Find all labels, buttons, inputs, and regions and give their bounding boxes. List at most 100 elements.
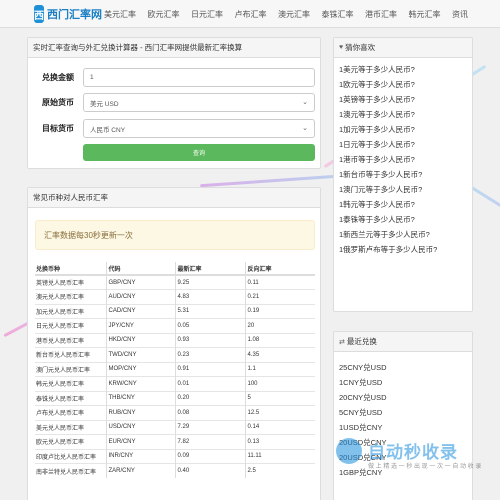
watermark-subtitle: 做 上 精 选 一 秒 出 现 一 次 一 自 动 收 录 bbox=[368, 464, 482, 470]
exchange-icon: ⇄ bbox=[339, 338, 345, 346]
column-header: 最新汇率 bbox=[175, 262, 246, 276]
table-cell: 0.91 bbox=[175, 361, 246, 377]
table-cell: 5.31 bbox=[175, 303, 246, 319]
nav-link[interactable]: 美元汇率 bbox=[104, 9, 136, 20]
rates-table: 兑换币种 代码 最新汇率 反向汇率 英镑兑人民币汇率 GBP/CNY 9.25 0.11 澳元… bbox=[35, 262, 315, 478]
table-cell: 0.20 bbox=[175, 390, 246, 406]
list-item[interactable]: 1俄罗斯卢布等于多少人民币? bbox=[339, 242, 472, 257]
table-cell: 11.11 bbox=[245, 448, 315, 464]
list-item[interactable]: 25CNY兑USD bbox=[339, 360, 472, 375]
nav-link[interactable]: 韩元汇率 bbox=[409, 9, 441, 20]
list-item[interactable]: 5CNY兑USD bbox=[339, 405, 472, 420]
table-cell: 南非兰特兑人民币汇率 bbox=[35, 463, 107, 478]
table-row: 欧元兑人民币汇率 EUR/CNY 7.82 0.13 bbox=[35, 434, 315, 449]
table-cell: JPY/CNY bbox=[106, 318, 176, 333]
table-cell: KRW/CNY bbox=[106, 376, 176, 391]
table-cell: 日元兑人民币汇率 bbox=[35, 318, 107, 333]
list-item[interactable]: 1日元等于多少人民币? bbox=[339, 137, 472, 152]
list-item[interactable]: 1美元等于多少人民币? bbox=[339, 62, 472, 77]
calculator-panel: 实时汇率查询与外汇兑换计算器 - 西门汇率网提供最新汇率换算 兑换金额 1 原始… bbox=[27, 37, 321, 169]
list-item[interactable]: 1新西兰元等于多少人民币? bbox=[339, 227, 472, 242]
table-cell: 澳元兑人民币汇率 bbox=[35, 289, 107, 304]
list-item[interactable]: 1港币等于多少人民币? bbox=[339, 152, 472, 167]
guess-title: 猜你喜欢 bbox=[345, 43, 376, 52]
source-currency-select[interactable]: 美元 USD ⌄ bbox=[83, 93, 315, 112]
table-row: 加元兑人民币汇率 CAD/CNY 5.31 0.19 bbox=[35, 303, 315, 319]
table-cell: CAD/CNY bbox=[106, 303, 176, 319]
list-item[interactable]: 1韩元等于多少人民币? bbox=[339, 197, 472, 212]
rates-panel: 常见币种对人民币汇率 汇率数据每30秒更新一次 兑换币种 代码 最新汇率 反向汇率 英… bbox=[27, 187, 321, 500]
target-currency-label: 目标货币 bbox=[42, 124, 74, 133]
table-row: 日元兑人民币汇率 JPY/CNY 0.05 20 bbox=[35, 318, 315, 333]
table-cell: 韩元兑人民币汇率 bbox=[35, 376, 107, 391]
table-cell: INR/CNY bbox=[106, 448, 176, 464]
table-cell: 新台币兑人民币汇率 bbox=[35, 347, 107, 362]
nav-link[interactable]: 资讯 bbox=[452, 9, 468, 20]
logo-text: 西门汇率网 bbox=[47, 8, 102, 21]
amount-input[interactable]: 1 bbox=[83, 68, 315, 87]
table-cell: 卢布兑人民币汇率 bbox=[35, 405, 107, 420]
table-cell: 7.29 bbox=[175, 419, 246, 435]
table-cell: 0.01 bbox=[175, 376, 246, 391]
table-cell: 0.09 bbox=[175, 448, 246, 464]
logo-badge-icon: 西 bbox=[34, 5, 44, 23]
table-cell: 0.40 bbox=[175, 463, 246, 478]
nav-link[interactable]: 澳元汇率 bbox=[278, 9, 310, 20]
table-cell: EUR/CNY bbox=[106, 434, 176, 449]
nav-link[interactable]: 港币汇率 bbox=[365, 9, 397, 20]
table-cell: 英镑兑人民币汇率 bbox=[35, 274, 107, 290]
list-item[interactable]: 1新台币等于多少人民币? bbox=[339, 167, 472, 182]
table-cell: 0.21 bbox=[245, 289, 315, 304]
site-logo[interactable]: 西 西门汇率网 bbox=[34, 3, 102, 25]
nav-link[interactable]: 日元汇率 bbox=[191, 9, 223, 20]
table-row: 南非兰特兑人民币汇率 ZAR/CNY 0.40 2.5 bbox=[35, 463, 315, 478]
target-currency-select[interactable]: 人民币 CNY ⌄ bbox=[83, 119, 315, 138]
heart-icon: ♥ bbox=[339, 44, 344, 51]
table-cell: AUD/CNY bbox=[106, 289, 176, 304]
nav-links: 美元汇率 欧元汇率 日元汇率 卢布汇率 澳元汇率 泰铢汇率 港币汇率 韩元汇率 资讯 bbox=[104, 0, 480, 28]
list-item[interactable]: 1加元等于多少人民币? bbox=[339, 122, 472, 137]
guess-panel: ♥ 猜你喜欢 1美元等于多少人民币? 1欧元等于多少人民币? 1英镑等于多少人民币?… bbox=[333, 37, 473, 312]
list-item[interactable]: 1英镑等于多少人民币? bbox=[339, 92, 472, 107]
table-cell: 4.83 bbox=[175, 289, 246, 304]
list-item[interactable]: 1USD兑CNY bbox=[339, 420, 472, 435]
chevron-down-icon: ⌄ bbox=[302, 99, 308, 106]
table-row: 澳元兑人民币汇率 AUD/CNY 4.83 0.21 bbox=[35, 289, 315, 304]
nav-link[interactable]: 卢布汇率 bbox=[235, 9, 267, 20]
table-cell: 0.08 bbox=[175, 405, 246, 420]
list-item[interactable]: 20CNY兑USD bbox=[339, 390, 472, 405]
table-cell: 欧元兑人民币汇率 bbox=[35, 434, 107, 449]
nav-link[interactable]: 欧元汇率 bbox=[148, 9, 180, 20]
calculator-title: 实时汇率查询与外汇兑换计算器 - 西门汇率网提供最新汇率换算 bbox=[28, 38, 320, 58]
table-cell: 0.11 bbox=[245, 274, 315, 290]
list-item[interactable]: 1欧元等于多少人民币? bbox=[339, 77, 472, 92]
table-row: 卢布兑人民币汇率 RUB/CNY 0.08 12.5 bbox=[35, 405, 315, 420]
list-item[interactable]: 1澳门元等于多少人民币? bbox=[339, 182, 472, 197]
guess-title-bar: ♥ 猜你喜欢 bbox=[334, 38, 472, 58]
amount-row: 兑换金额 1 bbox=[28, 68, 322, 88]
guess-list: 1美元等于多少人民币? 1欧元等于多少人民币? 1英镑等于多少人民币? 1澳元等于多少… bbox=[334, 58, 472, 257]
table-cell: ZAR/CNY bbox=[106, 463, 176, 478]
table-cell: 1.08 bbox=[245, 332, 315, 348]
target-currency-value: 人民币 CNY bbox=[90, 126, 126, 134]
table-cell: GBP/CNY bbox=[106, 274, 176, 290]
column-header: 兑换币种 bbox=[35, 262, 107, 276]
amount-value: 1 bbox=[90, 74, 94, 81]
table-row: 泰铢兑人民币汇率 THB/CNY 0.20 5 bbox=[35, 390, 315, 406]
recent-title-bar: ⇄ 最近兑换 bbox=[334, 332, 472, 352]
table-row: 港币兑人民币汇率 HKD/CNY 0.93 1.08 bbox=[35, 332, 315, 348]
source-currency-label: 原始货币 bbox=[42, 98, 74, 107]
table-cell: USD/CNY bbox=[106, 419, 176, 435]
table-cell: 美元兑人民币汇率 bbox=[35, 419, 107, 435]
list-item[interactable]: 1CNY兑USD bbox=[339, 375, 472, 390]
query-button[interactable]: 查询 bbox=[83, 144, 315, 161]
list-item[interactable]: 1泰铢等于多少人民币? bbox=[339, 212, 472, 227]
nav-link[interactable]: 泰铢汇率 bbox=[322, 9, 354, 20]
list-item[interactable]: 1澳元等于多少人民币? bbox=[339, 107, 472, 122]
recent-title: 最近兑换 bbox=[346, 337, 377, 346]
amount-label: 兑换金额 bbox=[42, 73, 74, 82]
table-cell: 1.1 bbox=[245, 361, 315, 377]
table-cell: 7.82 bbox=[175, 434, 246, 449]
table-cell: 4.35 bbox=[245, 347, 315, 362]
table-cell: 加元兑人民币汇率 bbox=[35, 303, 107, 319]
